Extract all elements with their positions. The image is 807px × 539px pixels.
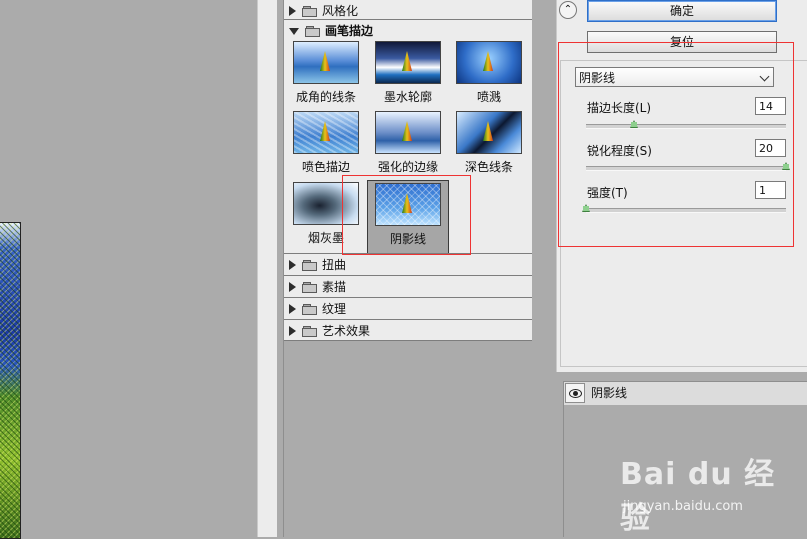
sharpness-slider[interactable]	[586, 166, 786, 171]
expand-arrow-icon	[289, 325, 296, 336]
open-folder-icon	[305, 25, 320, 37]
category-label: 纹理	[322, 302, 347, 316]
filter-preview-thumbnail	[456, 41, 522, 84]
expand-arrow-icon	[289, 5, 296, 16]
filter-select[interactable]: 阴影线	[575, 67, 774, 87]
sharpness-slider-thumb[interactable]	[782, 162, 790, 170]
category-label: 艺术效果	[322, 324, 371, 338]
stroke-length-input[interactable]: 14	[755, 97, 786, 115]
filter-preview-thumbnail	[293, 41, 359, 84]
baidu-jingyan-watermark: Bai du 经验 jingyan.baidu.com	[620, 449, 806, 536]
filter-gallery: 风格化 画笔描边 成角的线条 墨水轮廓 喷溅 喷色描边 强化的边缘 深色线条 烟…	[283, 0, 533, 538]
filter-label: 墨水轮廓	[383, 90, 432, 104]
category-label: 扭曲	[322, 258, 347, 272]
reset-button[interactable]: 复位	[587, 31, 777, 53]
filter-label: 喷色描边	[301, 160, 350, 174]
category-label: 素描	[322, 280, 347, 294]
folder-icon	[302, 5, 317, 17]
filter-label: 深色线条	[464, 160, 513, 174]
effect-layer-name: 阴影线	[591, 386, 628, 400]
gallery-empty-area	[284, 340, 532, 538]
folder-icon	[302, 281, 317, 293]
category-sketch[interactable]: 素描	[284, 275, 532, 297]
category-artistic[interactable]: 艺术效果	[284, 319, 532, 341]
expand-arrow-icon	[289, 281, 296, 292]
filter-select-value: 阴影线	[579, 71, 616, 85]
watermark-url: jingyan.baidu.com	[623, 499, 743, 514]
filter-thumb-ink-outlines[interactable]: 墨水轮廓	[369, 41, 447, 111]
filter-preview-thumbnail	[293, 182, 359, 225]
watermark-brand: Bai du 经验	[620, 457, 776, 536]
filter-thumb-crosshatch[interactable]: 阴影线	[367, 180, 449, 254]
filter-label: 成角的线条	[295, 90, 356, 104]
stroke-length-label: 描边长度(L)	[587, 101, 652, 115]
filter-thumb-sumi-e[interactable]: 烟灰墨	[287, 182, 365, 252]
expand-arrow-icon	[289, 303, 296, 314]
expand-arrow-icon	[289, 259, 296, 270]
category-label: 画笔描边	[325, 24, 374, 38]
folder-icon	[302, 303, 317, 315]
collapse-arrow-icon	[289, 27, 299, 35]
filter-label: 阴影线	[389, 232, 426, 246]
ok-button[interactable]: 确定	[587, 0, 777, 22]
layer-visibility-toggle[interactable]	[565, 383, 585, 403]
filter-preview-thumbnail	[456, 111, 522, 154]
filter-label: 强化的边缘	[377, 160, 438, 174]
category-label: 风格化	[322, 4, 359, 18]
folder-icon	[302, 325, 317, 337]
stroke-length-slider-thumb[interactable]	[630, 120, 638, 128]
preview-pane	[0, 0, 257, 537]
filter-preview-thumbnail	[375, 183, 441, 226]
filter-preview-thumbnail	[375, 41, 441, 84]
strength-label: 强度(T)	[587, 186, 628, 200]
filter-preview-thumbnail	[293, 111, 359, 154]
preview-image[interactable]	[0, 222, 21, 539]
preview-scrollbar[interactable]	[257, 0, 277, 537]
chevron-down-icon	[759, 71, 770, 82]
category-distort[interactable]: 扭曲	[284, 253, 532, 275]
filter-thumb-accented-edges[interactable]: 强化的边缘	[369, 111, 447, 181]
filter-label: 烟灰墨	[307, 231, 344, 245]
category-stylize[interactable]: 风格化	[284, 0, 532, 21]
collapse-gallery-icon[interactable]: ⌃	[559, 1, 577, 19]
folder-icon	[302, 259, 317, 271]
category-texture[interactable]: 纹理	[284, 297, 532, 319]
sharpness-input[interactable]: 20	[755, 139, 786, 157]
filter-thumb-sprayed-strokes[interactable]: 喷色描边	[287, 111, 365, 181]
strength-slider-thumb[interactable]	[582, 204, 590, 212]
filter-thumb-angled-strokes[interactable]: 成角的线条	[287, 41, 365, 111]
filter-preview-thumbnail	[375, 111, 441, 154]
filter-thumb-dark-strokes[interactable]: 深色线条	[450, 111, 528, 181]
strength-input[interactable]: 1	[755, 181, 786, 199]
sharpness-label: 锐化程度(S)	[587, 144, 652, 158]
strength-slider[interactable]	[586, 208, 786, 213]
filter-label: 喷溅	[476, 90, 501, 104]
stroke-length-slider[interactable]	[586, 124, 786, 129]
eye-icon	[569, 389, 582, 398]
category-brush-strokes[interactable]: 画笔描边	[284, 19, 532, 41]
filter-thumb-spatter[interactable]: 喷溅	[450, 41, 528, 111]
